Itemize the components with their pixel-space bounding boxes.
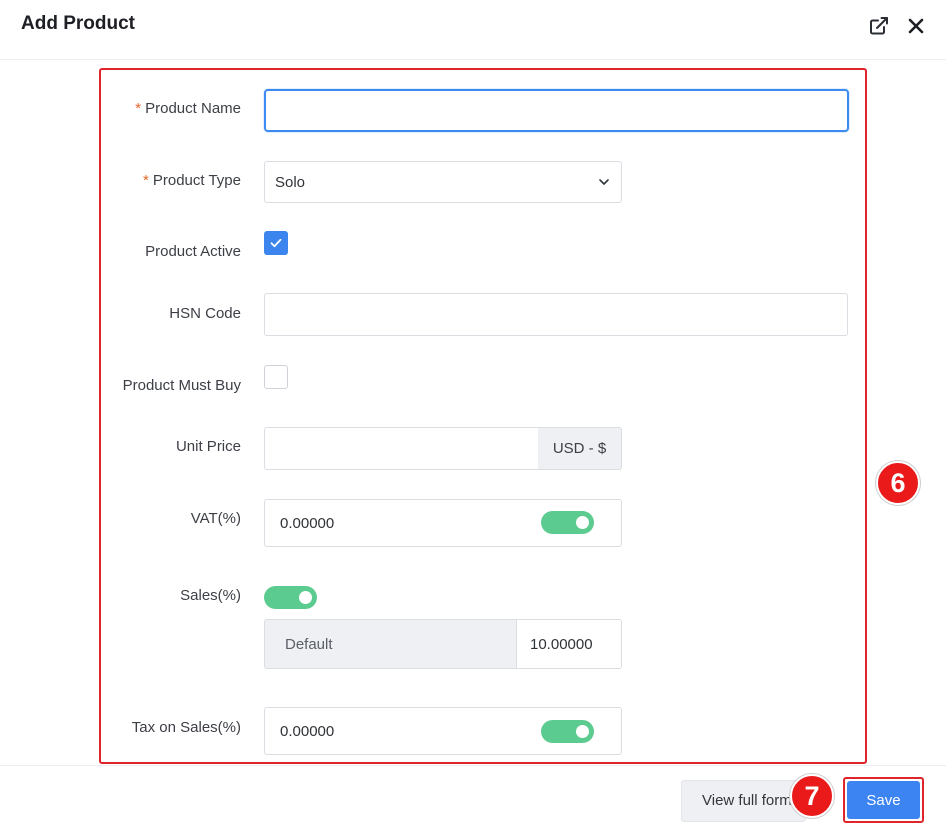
unit-price-label: Unit Price <box>175 438 241 455</box>
product-name-input[interactable] <box>264 89 849 132</box>
save-button[interactable]: Save <box>847 781 920 819</box>
external-link-icon[interactable] <box>868 15 890 37</box>
sales-label: Sales(%) <box>180 587 241 604</box>
product-must-buy-label: Product Must Buy <box>122 377 241 394</box>
product-must-buy-checkbox[interactable] <box>264 365 288 389</box>
sales-mode-value: Default <box>285 635 333 653</box>
sales-value: 10.00000 <box>530 635 593 653</box>
tax-on-sales-value: 0.00000 <box>280 722 335 740</box>
sales-mode-field: Default <box>264 619 517 669</box>
sales-toggle[interactable] <box>264 586 317 609</box>
currency-addon: USD - $ <box>538 427 622 470</box>
required-marker: * <box>135 100 142 117</box>
vat-toggle[interactable] <box>541 511 594 534</box>
product-active-label: Product Active <box>145 243 241 260</box>
product-name-label: * Product Name <box>135 100 241 117</box>
product-active-checkbox[interactable] <box>264 231 288 255</box>
step-marker-6: 6 <box>876 461 920 505</box>
tax-on-sales-label: Tax on Sales(%) <box>131 719 241 736</box>
product-type-label: * Product Type <box>143 172 241 189</box>
sales-value-input[interactable]: 10.00000 <box>516 619 622 669</box>
step-marker-7: 7 <box>790 774 834 818</box>
close-icon[interactable] <box>905 15 927 37</box>
vat-label: VAT(%) <box>190 510 241 527</box>
unit-price-input[interactable] <box>264 427 539 470</box>
hsn-code-input[interactable] <box>264 293 848 336</box>
product-type-value: Solo <box>275 173 306 191</box>
dialog-header: Add Product <box>0 0 946 60</box>
hsn-code-label: HSN Code <box>169 305 241 322</box>
view-full-form-button[interactable]: View full form <box>681 780 806 822</box>
check-icon <box>270 238 282 248</box>
product-type-select[interactable]: Solo <box>264 161 622 203</box>
vat-value: 0.00000 <box>280 514 335 532</box>
tax-on-sales-toggle[interactable] <box>541 720 594 743</box>
dialog-title: Add Product <box>21 13 135 34</box>
required-marker: * <box>143 172 149 189</box>
chevron-down-icon <box>597 175 611 193</box>
